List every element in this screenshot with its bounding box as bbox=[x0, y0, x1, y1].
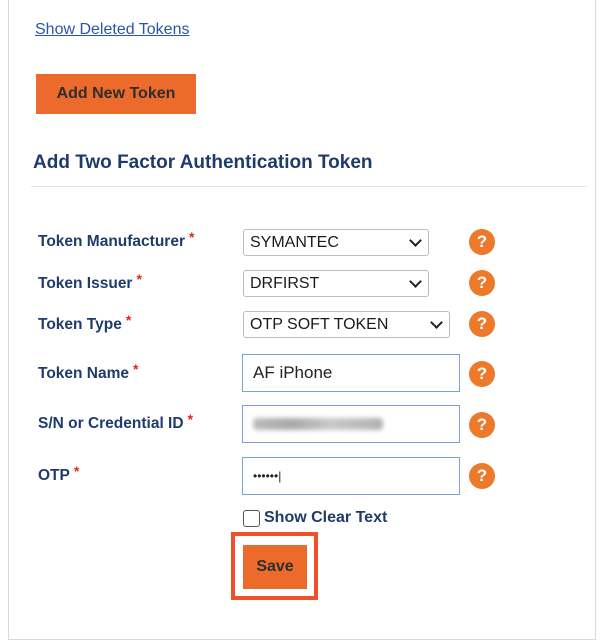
token-type-label: Token Type * bbox=[38, 312, 131, 334]
otp-input[interactable]: ••••••| bbox=[242, 457, 460, 495]
token-name-input[interactable]: AF iPhone bbox=[242, 354, 460, 392]
serial-label-text: S/N or Credential ID bbox=[38, 415, 184, 432]
token-name-label-text: Token Name bbox=[38, 365, 130, 382]
serial-input[interactable] bbox=[242, 405, 460, 443]
token-issuer-label: Token Issuer * bbox=[38, 271, 142, 293]
required-marker: * bbox=[189, 229, 195, 245]
chevron-down-icon bbox=[430, 316, 443, 329]
show-clear-text-checkbox[interactable] bbox=[243, 509, 260, 527]
redacted-value bbox=[253, 418, 383, 430]
help-icon-type[interactable]: ? bbox=[469, 311, 495, 337]
token-manufacturer-label: Token Manufacturer * bbox=[38, 229, 194, 251]
help-icon-manufacturer[interactable]: ? bbox=[469, 229, 495, 255]
required-marker: * bbox=[133, 361, 139, 377]
show-clear-text-label: Show Clear Text bbox=[264, 509, 388, 526]
divider bbox=[31, 186, 587, 187]
help-icon-issuer[interactable]: ? bbox=[469, 270, 495, 296]
help-icon-name[interactable]: ? bbox=[469, 361, 495, 387]
add-new-token-button[interactable]: Add New Token bbox=[36, 74, 196, 114]
otp-label-text: OTP bbox=[38, 467, 70, 484]
required-marker: * bbox=[73, 463, 80, 479]
token-type-select[interactable]: OTP SOFT TOKEN bbox=[243, 311, 450, 338]
help-icon-otp[interactable]: ? bbox=[469, 463, 495, 489]
token-manufacturer-value: SYMANTEC bbox=[250, 234, 339, 251]
token-manufacturer-select[interactable]: SYMANTEC bbox=[243, 229, 429, 256]
required-marker: * bbox=[125, 312, 132, 328]
chevron-down-icon bbox=[409, 234, 422, 247]
token-type-label-text: Token Type bbox=[38, 316, 122, 333]
show-clear-text-option[interactable]: Show Clear Text bbox=[243, 509, 387, 527]
token-issuer-select[interactable]: DRFIRST bbox=[243, 270, 429, 297]
serial-label: S/N or Credential ID * bbox=[38, 411, 193, 433]
token-type-value: OTP SOFT TOKEN bbox=[250, 316, 389, 333]
section-title: Add Two Factor Authentication Token bbox=[33, 152, 373, 173]
chevron-down-icon bbox=[409, 275, 422, 288]
token-issuer-value: DRFIRST bbox=[250, 275, 320, 292]
save-button[interactable]: Save bbox=[243, 545, 307, 589]
required-marker: * bbox=[136, 271, 142, 287]
help-icon-serial[interactable]: ? bbox=[469, 412, 495, 438]
token-issuer-label-text: Token Issuer bbox=[38, 275, 133, 292]
token-name-label: Token Name * bbox=[38, 361, 138, 383]
required-marker: * bbox=[187, 411, 194, 427]
otp-label: OTP * bbox=[38, 463, 79, 485]
token-manufacturer-label-text: Token Manufacturer bbox=[38, 233, 185, 250]
show-deleted-tokens-link[interactable]: Show Deleted Tokens bbox=[35, 21, 189, 39]
